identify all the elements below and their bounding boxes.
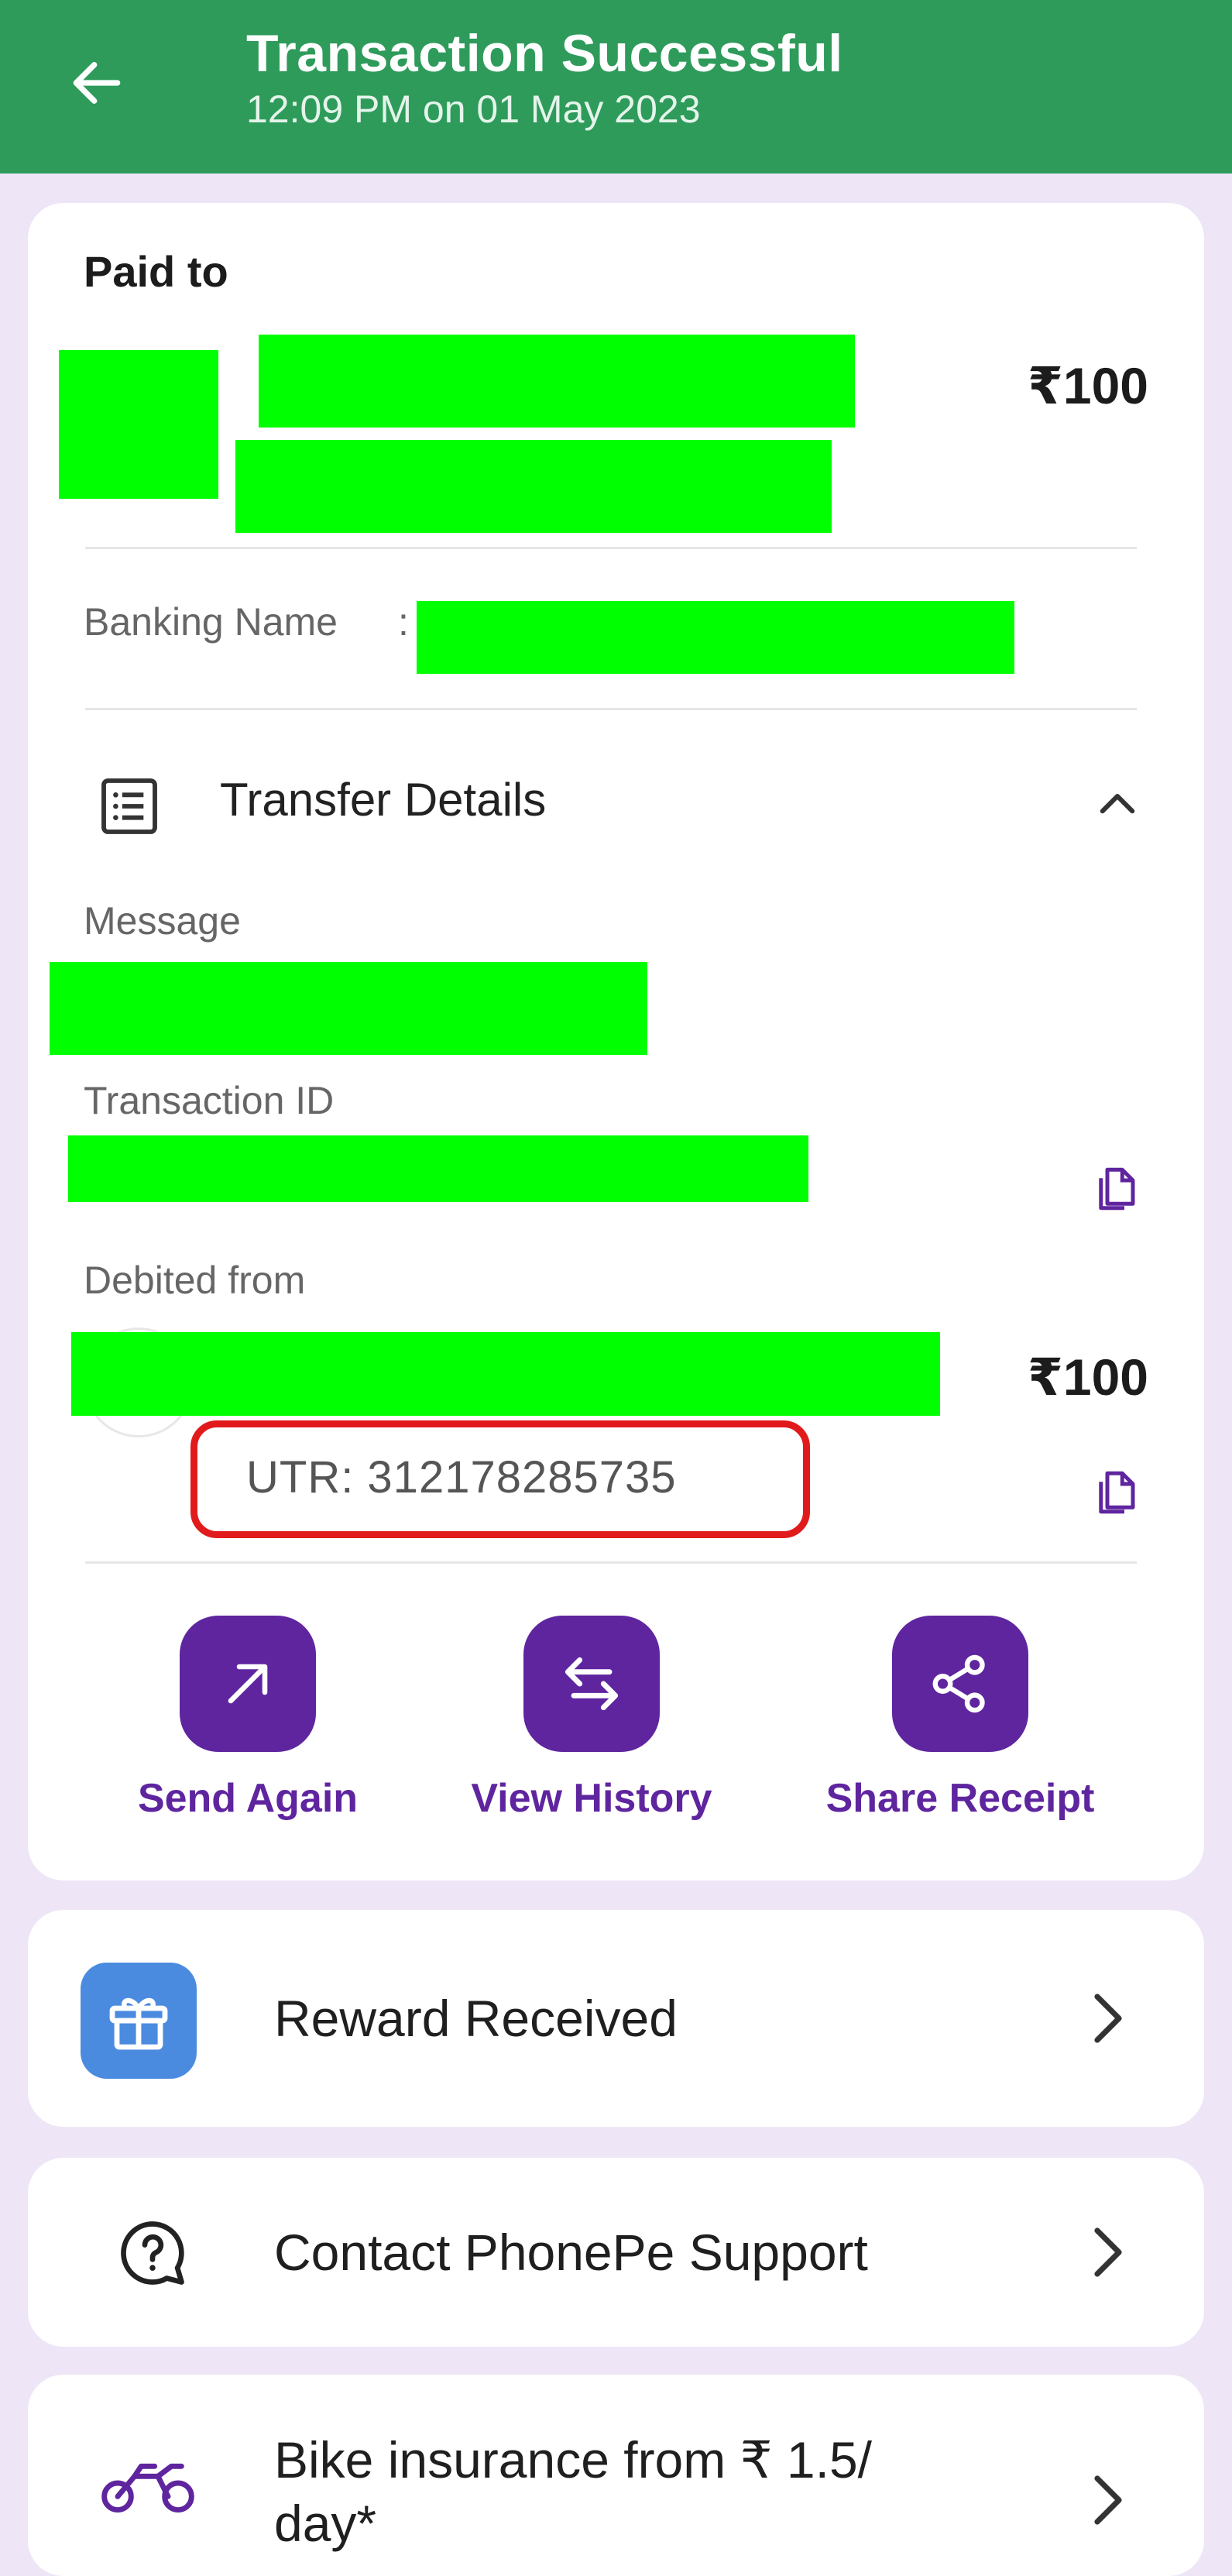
transfer-details-title: Transfer Details <box>220 774 547 826</box>
view-history-button[interactable] <box>523 1616 660 1752</box>
send-again-label[interactable]: Send Again <box>93 1775 403 1822</box>
banking-name-label: Banking Name <box>84 600 338 644</box>
debited-amount: ₹100 <box>1027 1348 1148 1406</box>
copy-icon[interactable] <box>1073 1146 1158 1231</box>
utr-number: UTR: 312178285735 <box>246 1452 677 1503</box>
contact-support-row[interactable]: Contact PhonePe Support <box>28 2158 1204 2347</box>
bike-insurance-line1: Bike insurance from ₹ 1.5/ <box>274 2431 872 2488</box>
contact-support-label: Contact PhonePe Support <box>274 2224 868 2281</box>
debited-from-label: Debited from <box>84 1259 306 1302</box>
view-history-label[interactable]: View History <box>437 1775 746 1822</box>
redacted-recipient-id <box>235 440 832 533</box>
divider <box>85 547 1137 549</box>
collapse-chevron-up-icon[interactable] <box>1075 762 1160 847</box>
message-label: Message <box>84 899 241 943</box>
help-chat-icon <box>102 2203 203 2303</box>
motorbike-icon <box>90 2437 206 2530</box>
redacted-transaction-id <box>68 1135 808 1202</box>
app-header: Transaction Successful 12:09 PM on 01 Ma… <box>0 0 1232 173</box>
redacted-recipient-name <box>259 335 855 428</box>
reward-received-label: Reward Received <box>274 1990 678 2047</box>
paid-to-label: Paid to <box>84 247 228 296</box>
chevron-right-icon <box>1083 2221 1130 2283</box>
redacted-bank-account <box>71 1332 940 1416</box>
bike-insurance-row[interactable]: Bike insurance from ₹ 1.5/ day* <box>28 2375 1204 2576</box>
divider <box>85 708 1137 710</box>
arrow-up-right-icon <box>228 1664 268 1704</box>
swap-arrows-icon <box>565 1657 619 1711</box>
banking-name-separator: : <box>398 600 409 644</box>
gift-icon <box>81 1963 197 2079</box>
transaction-timestamp: 12:09 PM on 01 May 2023 <box>246 88 701 131</box>
divider <box>85 1561 1137 1564</box>
back-arrow-icon <box>73 62 121 104</box>
back-button[interactable] <box>54 40 139 125</box>
chevron-right-icon <box>1083 1987 1130 2049</box>
redacted-recipient-avatar <box>59 350 218 499</box>
chevron-right-icon <box>1083 2469 1130 2531</box>
transaction-id-label: Transaction ID <box>84 1079 335 1122</box>
paid-amount: ₹100 <box>1027 357 1148 414</box>
share-receipt-label[interactable]: Share Receipt <box>805 1775 1115 1822</box>
bike-insurance-line2: day* <box>274 2495 377 2552</box>
list-details-icon <box>87 764 172 849</box>
redacted-banking-name <box>417 601 1014 674</box>
page-title: Transaction Successful <box>246 24 843 83</box>
redacted-message <box>50 962 647 1055</box>
share-icon <box>932 1654 985 1713</box>
reward-received-row[interactable]: Reward Received <box>28 1910 1204 2127</box>
send-again-button[interactable] <box>180 1616 316 1752</box>
copy-icon[interactable] <box>1073 1450 1158 1535</box>
transaction-card: Paid to ₹100 Banking Name : Transfer Det… <box>28 203 1204 1880</box>
share-receipt-button[interactable] <box>892 1616 1028 1752</box>
